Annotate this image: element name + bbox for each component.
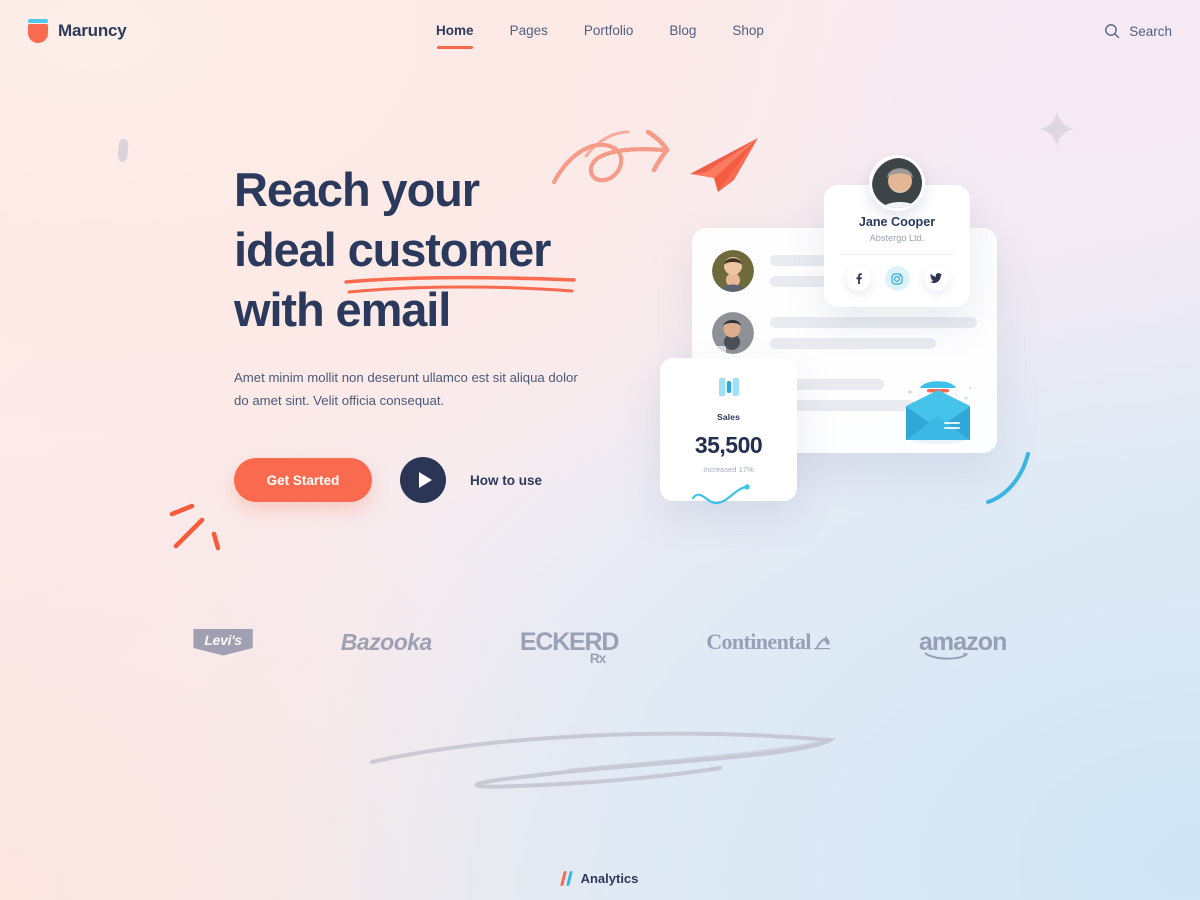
paper-plane-decoration bbox=[690, 138, 758, 192]
swoosh-decoration bbox=[370, 731, 837, 789]
placeholder-bar bbox=[770, 317, 977, 328]
nav-item-shop[interactable]: Shop bbox=[732, 23, 764, 40]
sales-stat-card: Sales 35,500 Increased 17% bbox=[660, 358, 797, 505]
facebook-icon[interactable] bbox=[845, 266, 871, 291]
logo-eckerd: ECKERD Rx bbox=[519, 627, 620, 666]
profile-company: Abstergo Ltd. bbox=[869, 233, 925, 243]
logo-amazon: amazon bbox=[919, 628, 1007, 660]
arc-decoration bbox=[986, 452, 1030, 504]
hero-subcopy: Amet minim mollit non deserunt ullamco e… bbox=[234, 370, 578, 408]
sparkle-decoration-icon bbox=[1039, 111, 1075, 147]
client-logos-strip: Levi's Bazooka ECKERD Rx Continental amaz… bbox=[0, 612, 1200, 672]
placeholder-bar bbox=[770, 338, 936, 349]
play-icon[interactable] bbox=[400, 457, 446, 503]
blob-decoration bbox=[117, 138, 129, 162]
placeholder-bars bbox=[770, 317, 977, 349]
profile-avatar-photo bbox=[869, 155, 925, 211]
sales-subtext: Increased 17% bbox=[703, 465, 754, 474]
footer: Analytics bbox=[0, 871, 1200, 886]
main-nav: Home Pages Portfolio Blog Shop bbox=[0, 23, 1200, 49]
logo-levis: Levi's bbox=[193, 628, 253, 656]
analytics-label: Analytics bbox=[580, 871, 639, 886]
analytics-slashes-icon bbox=[559, 871, 573, 886]
placeholder-bars bbox=[770, 379, 977, 411]
site-header: Maruncy Home Pages Portfolio Blog Shop S… bbox=[0, 0, 1200, 62]
hand-underline-decoration bbox=[343, 275, 576, 294]
sparkline-chart bbox=[691, 484, 750, 505]
bar-chart-icon bbox=[718, 378, 739, 396]
contact-avatar-2 bbox=[712, 312, 754, 354]
how-to-use-label: How to use bbox=[470, 472, 543, 488]
hero-section: Reach your ideal customer with email Ame… bbox=[234, 160, 654, 503]
headline-line-1: Reach your bbox=[234, 163, 480, 216]
nav-item-blog[interactable]: Blog bbox=[669, 23, 696, 40]
divider bbox=[840, 254, 954, 255]
profile-name: Jane Cooper bbox=[858, 215, 936, 229]
headline-underlined-word: customer bbox=[347, 223, 552, 276]
nav-item-home[interactable]: Home bbox=[436, 23, 474, 49]
get-started-button[interactable]: Get Started bbox=[234, 458, 372, 502]
contact-avatar-1 bbox=[712, 250, 754, 292]
headline-line-2-prefix: ideal bbox=[234, 223, 348, 276]
nav-item-portfolio[interactable]: Portfolio bbox=[584, 23, 634, 40]
profile-card: Jane Cooper Abstergo Ltd. bbox=[824, 155, 970, 307]
nav-item-pages[interactable]: Pages bbox=[510, 23, 548, 40]
sales-label: Sales bbox=[717, 412, 740, 422]
page-title: Reach your ideal customer with email bbox=[234, 160, 654, 340]
list-item[interactable] bbox=[712, 312, 977, 354]
twitter-icon[interactable] bbox=[923, 266, 949, 291]
hero-cta-row: Get Started How to use bbox=[234, 457, 654, 503]
sales-value: 35,500 bbox=[694, 432, 763, 458]
how-to-use-button[interactable]: How to use bbox=[400, 457, 542, 503]
dash-decorations bbox=[169, 503, 221, 551]
logo-continental: Continental bbox=[706, 629, 831, 655]
instagram-icon[interactable] bbox=[884, 266, 910, 291]
logo-bazooka: Bazooka bbox=[340, 628, 433, 655]
social-links bbox=[838, 266, 956, 291]
